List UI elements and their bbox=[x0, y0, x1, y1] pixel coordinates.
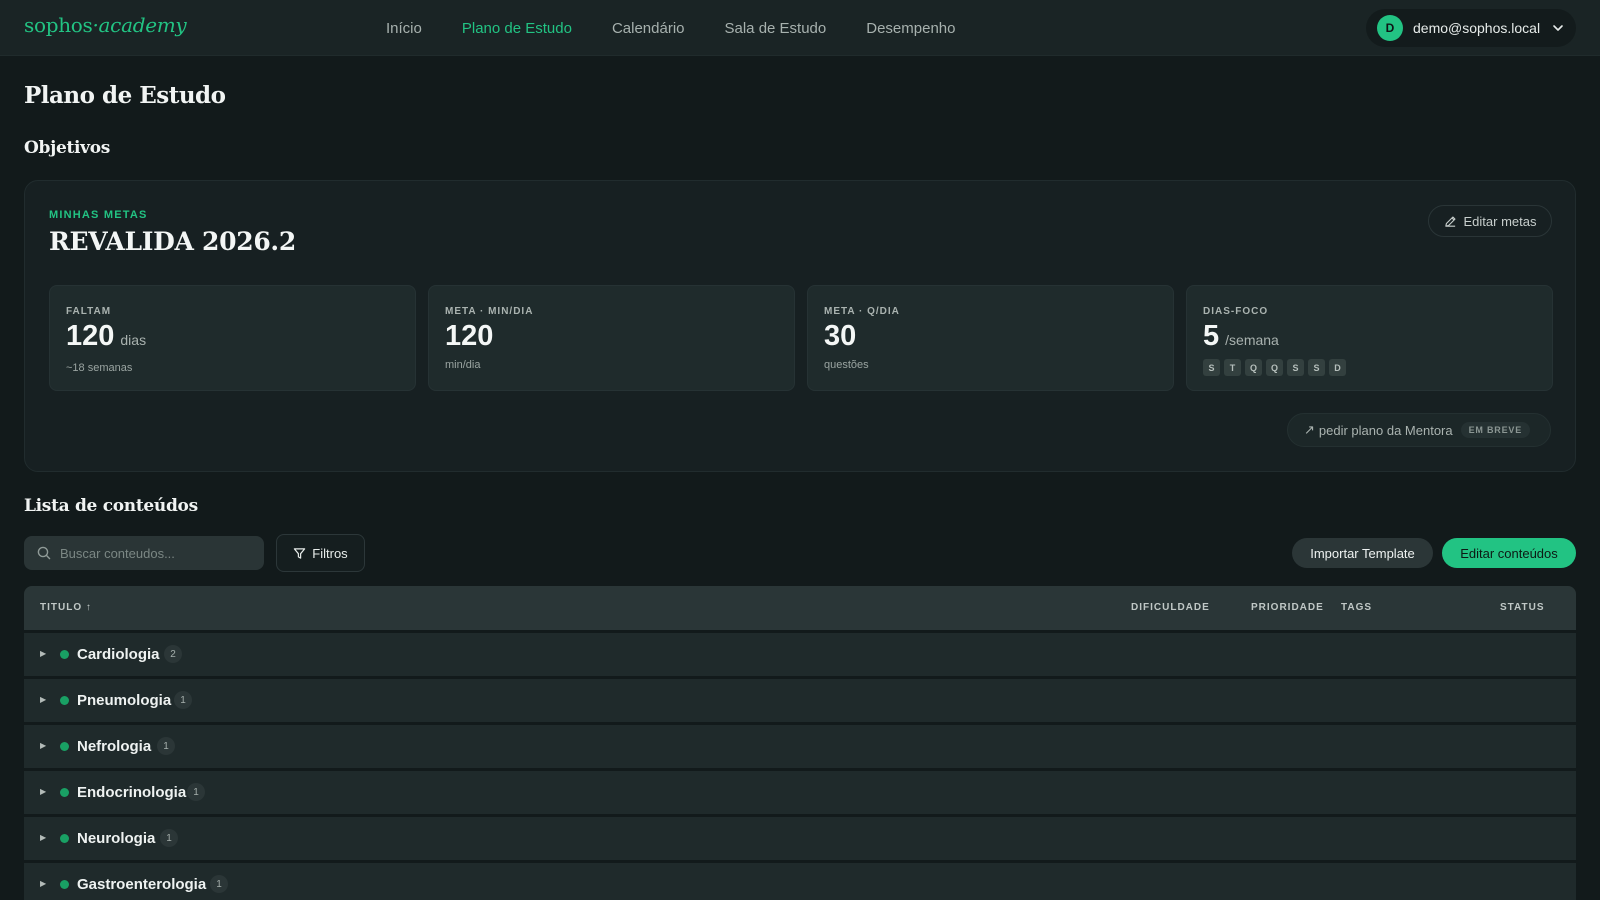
table-row[interactable]: ▶ Cardiologia 2 bbox=[24, 633, 1576, 676]
row-title: Neurologia bbox=[77, 830, 156, 847]
status-dot bbox=[60, 650, 69, 659]
stat-value: 30 bbox=[824, 320, 857, 352]
nav-link-sala-de-estudo[interactable]: Sala de Estudo bbox=[725, 20, 827, 37]
filters-label: Filtros bbox=[312, 545, 348, 561]
search-input[interactable] bbox=[60, 545, 250, 561]
table-header: TITULO ↑ DIFICULDADE PRIORIDADE TAGS STA… bbox=[24, 586, 1576, 630]
row-title: Endocrinologia bbox=[77, 784, 187, 801]
arrow-up-right-icon: ↗ bbox=[1304, 422, 1315, 437]
search-icon bbox=[37, 546, 51, 560]
expand-arrow-icon[interactable]: ▶ bbox=[40, 741, 46, 750]
stat-card-remaining: FALTAM 120 dias ~18 semanas bbox=[49, 285, 416, 391]
row-count-badge: 1 bbox=[210, 875, 228, 893]
day-chip: T bbox=[1224, 359, 1241, 376]
expand-arrow-icon[interactable]: ▶ bbox=[40, 787, 46, 796]
pencil-icon bbox=[1444, 215, 1456, 227]
goals-card: MINHAS METAS REVALIDA 2026.2 Editar meta… bbox=[24, 180, 1576, 472]
status-dot bbox=[60, 742, 69, 751]
row-title: Pneumologia bbox=[77, 692, 172, 709]
row-title: Gastroenterologia bbox=[77, 876, 207, 893]
stat-value: 120 bbox=[445, 320, 494, 352]
stat-card-focus-days: DIAS-FOCO 5/semana S T Q Q S S D bbox=[1186, 285, 1553, 391]
nav-link-calendario[interactable]: Calendário bbox=[612, 20, 685, 37]
coming-soon-badge: EM BREVE bbox=[1460, 422, 1531, 438]
filters-button[interactable]: Filtros bbox=[276, 534, 365, 572]
stat-value: 120 bbox=[66, 320, 115, 352]
stat-unit: /semana bbox=[1225, 332, 1279, 348]
chevron-down-icon bbox=[1553, 25, 1563, 31]
column-difficulty[interactable]: DIFICULDADE bbox=[1131, 602, 1210, 613]
status-dot bbox=[60, 788, 69, 797]
expand-arrow-icon[interactable]: ▶ bbox=[40, 879, 46, 888]
stat-sub: ~18 semanas bbox=[66, 362, 133, 374]
row-count-badge: 1 bbox=[157, 737, 175, 755]
stat-label: FALTAM bbox=[66, 306, 112, 317]
edit-goals-button[interactable]: Editar metas bbox=[1428, 205, 1552, 237]
filter-icon bbox=[294, 547, 306, 559]
main-nav: Início Plano de Estudo Calendário Sala d… bbox=[386, 0, 995, 56]
stat-value: 5 bbox=[1203, 320, 1220, 352]
stat-label: META · Q/DIA bbox=[824, 306, 900, 317]
table-row[interactable]: ▶ Endocrinologia 1 bbox=[24, 771, 1576, 814]
row-count-badge: 1 bbox=[160, 829, 178, 847]
nav-link-inicio[interactable]: Início bbox=[386, 20, 422, 37]
expand-arrow-icon[interactable]: ▶ bbox=[40, 695, 46, 704]
goal-name: REVALIDA 2026.2 bbox=[49, 227, 296, 256]
row-count-badge: 1 bbox=[174, 691, 192, 709]
stat-card-min-per-day: META · MIN/DIA 120 min/dia bbox=[428, 285, 795, 391]
top-navbar: sophos·academy Início Plano de Estudo Ca… bbox=[0, 0, 1600, 56]
day-chip: Q bbox=[1266, 359, 1283, 376]
table-row[interactable]: ▶ Gastroenterologia 1 bbox=[24, 863, 1576, 900]
ask-mentor-label: pedir plano da Mentora bbox=[1318, 422, 1453, 438]
status-dot bbox=[60, 696, 69, 705]
focus-days: S T Q Q S S D bbox=[1203, 359, 1350, 376]
page-title: Plano de Estudo bbox=[24, 82, 226, 109]
nav-link-plano-de-estudo[interactable]: Plano de Estudo bbox=[462, 20, 572, 37]
expand-arrow-icon[interactable]: ▶ bbox=[40, 649, 46, 658]
stat-sub: questões bbox=[824, 359, 869, 371]
column-title[interactable]: TITULO ↑ bbox=[40, 602, 92, 613]
column-tags[interactable]: TAGS bbox=[1341, 602, 1372, 613]
expand-arrow-icon[interactable]: ▶ bbox=[40, 833, 46, 842]
brand-suffix: ·academy bbox=[92, 13, 187, 37]
table-row[interactable]: ▶ Pneumologia 1 bbox=[24, 679, 1576, 722]
avatar: D bbox=[1377, 15, 1403, 41]
stat-unit: dias bbox=[120, 332, 147, 348]
table-row[interactable]: ▶ Nefrologia 1 bbox=[24, 725, 1576, 768]
row-title: Nefrologia bbox=[77, 738, 152, 755]
stat-label: DIAS-FOCO bbox=[1203, 306, 1269, 317]
stat-card-questions-per-day: META · Q/DIA 30 questões bbox=[807, 285, 1174, 391]
brand-logo[interactable]: sophos·academy bbox=[24, 13, 187, 37]
contents-heading: Lista de conteúdos bbox=[24, 496, 198, 516]
stat-label: META · MIN/DIA bbox=[445, 306, 534, 317]
day-chip: Q bbox=[1245, 359, 1262, 376]
nav-link-desempenho[interactable]: Desempenho bbox=[866, 20, 955, 37]
column-priority[interactable]: PRIORIDADE bbox=[1251, 602, 1324, 613]
edit-goals-label: Editar metas bbox=[1463, 213, 1537, 229]
status-dot bbox=[60, 834, 69, 843]
day-chip: S bbox=[1308, 359, 1325, 376]
day-chip: D bbox=[1329, 359, 1346, 376]
day-chip: S bbox=[1203, 359, 1220, 376]
edit-contents-button[interactable]: Editar conteúdos bbox=[1442, 538, 1576, 568]
table-row[interactable]: ▶ Neurologia 1 bbox=[24, 817, 1576, 860]
ask-mentor-plan-button[interactable]: ↗ pedir plano da Mentora EM BREVE bbox=[1287, 413, 1551, 447]
brand-name: sophos bbox=[24, 13, 93, 37]
status-dot bbox=[60, 880, 69, 889]
search-box bbox=[24, 536, 264, 570]
day-chip: S bbox=[1287, 359, 1304, 376]
user-menu[interactable]: D demo@sophos.local bbox=[1366, 9, 1576, 47]
stat-sub: min/dia bbox=[445, 359, 481, 371]
row-title: Cardiologia bbox=[77, 646, 160, 663]
import-template-button[interactable]: Importar Template bbox=[1292, 538, 1433, 568]
objectives-heading: Objetivos bbox=[24, 138, 111, 158]
row-count-badge: 1 bbox=[187, 783, 205, 801]
row-count-badge: 2 bbox=[164, 645, 182, 663]
contents-table: TITULO ↑ DIFICULDADE PRIORIDADE TAGS STA… bbox=[24, 586, 1576, 900]
goals-eyebrow: MINHAS METAS bbox=[49, 209, 148, 221]
column-status[interactable]: STATUS bbox=[1500, 602, 1545, 613]
user-email: demo@sophos.local bbox=[1413, 20, 1541, 36]
